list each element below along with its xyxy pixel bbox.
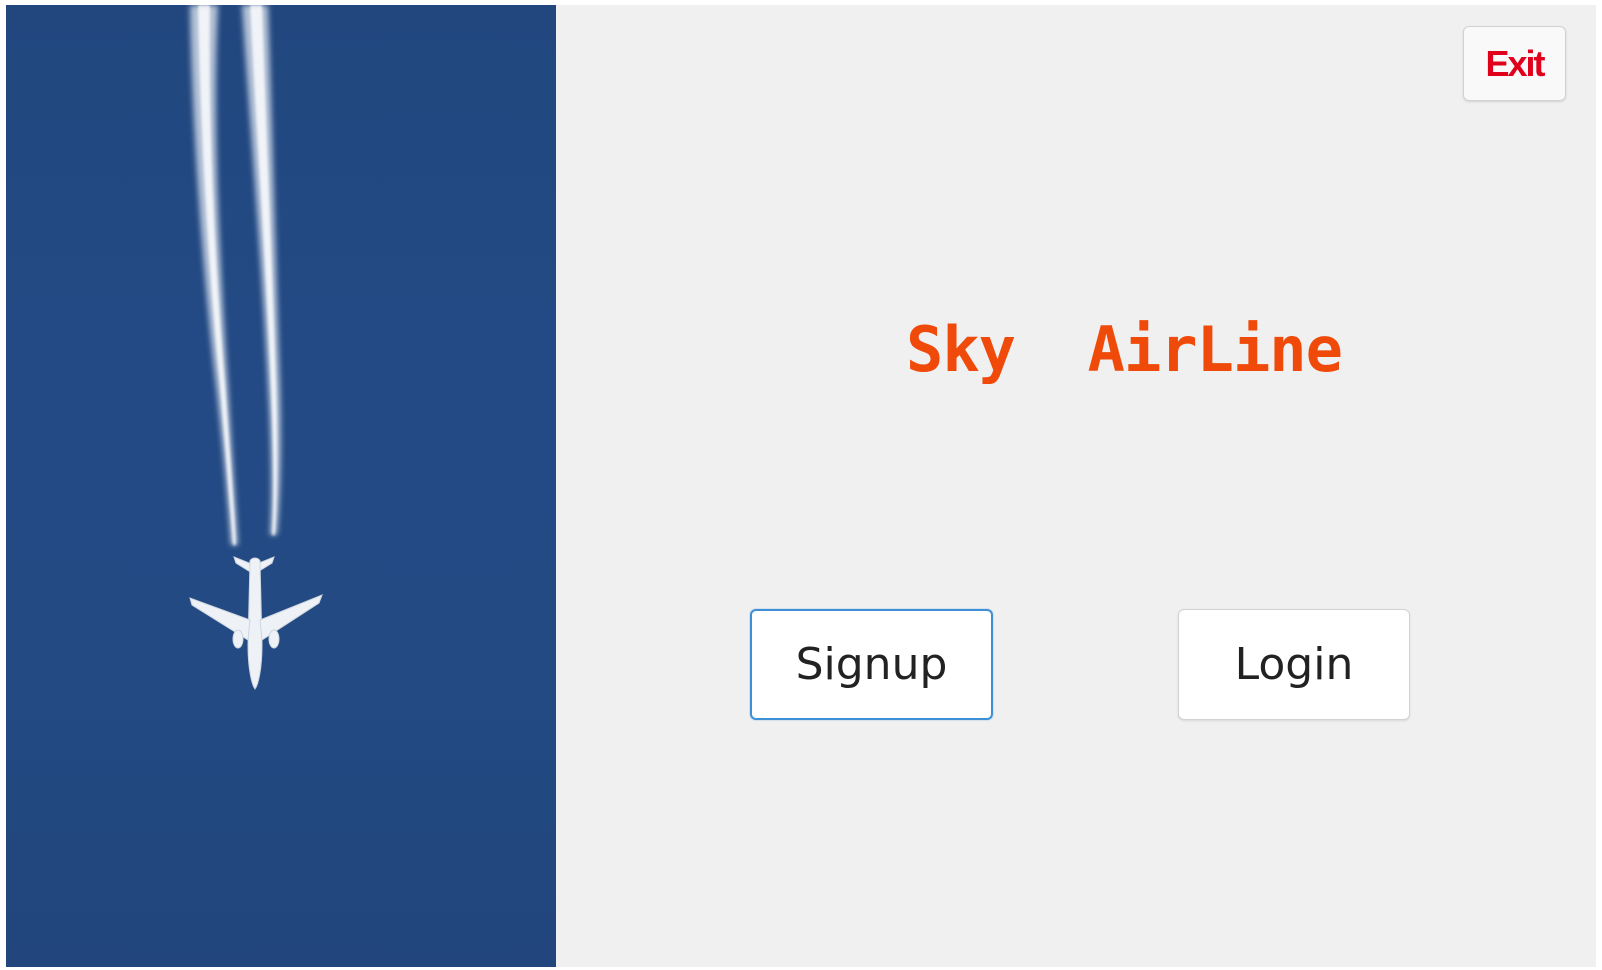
contrail-left (190, 5, 238, 545)
airplane-icon (189, 556, 323, 690)
hero-image-panel (6, 5, 556, 967)
app-window: Exit Sky AirLine Signup Login (6, 5, 1596, 967)
login-button[interactable]: Login (1178, 609, 1410, 720)
signup-button[interactable]: Signup (750, 609, 993, 720)
app-title: Sky AirLine (906, 313, 1343, 386)
contrail-right (242, 5, 281, 535)
airplane-with-contrails-icon (189, 5, 323, 690)
exit-button[interactable]: Exit (1463, 26, 1566, 101)
